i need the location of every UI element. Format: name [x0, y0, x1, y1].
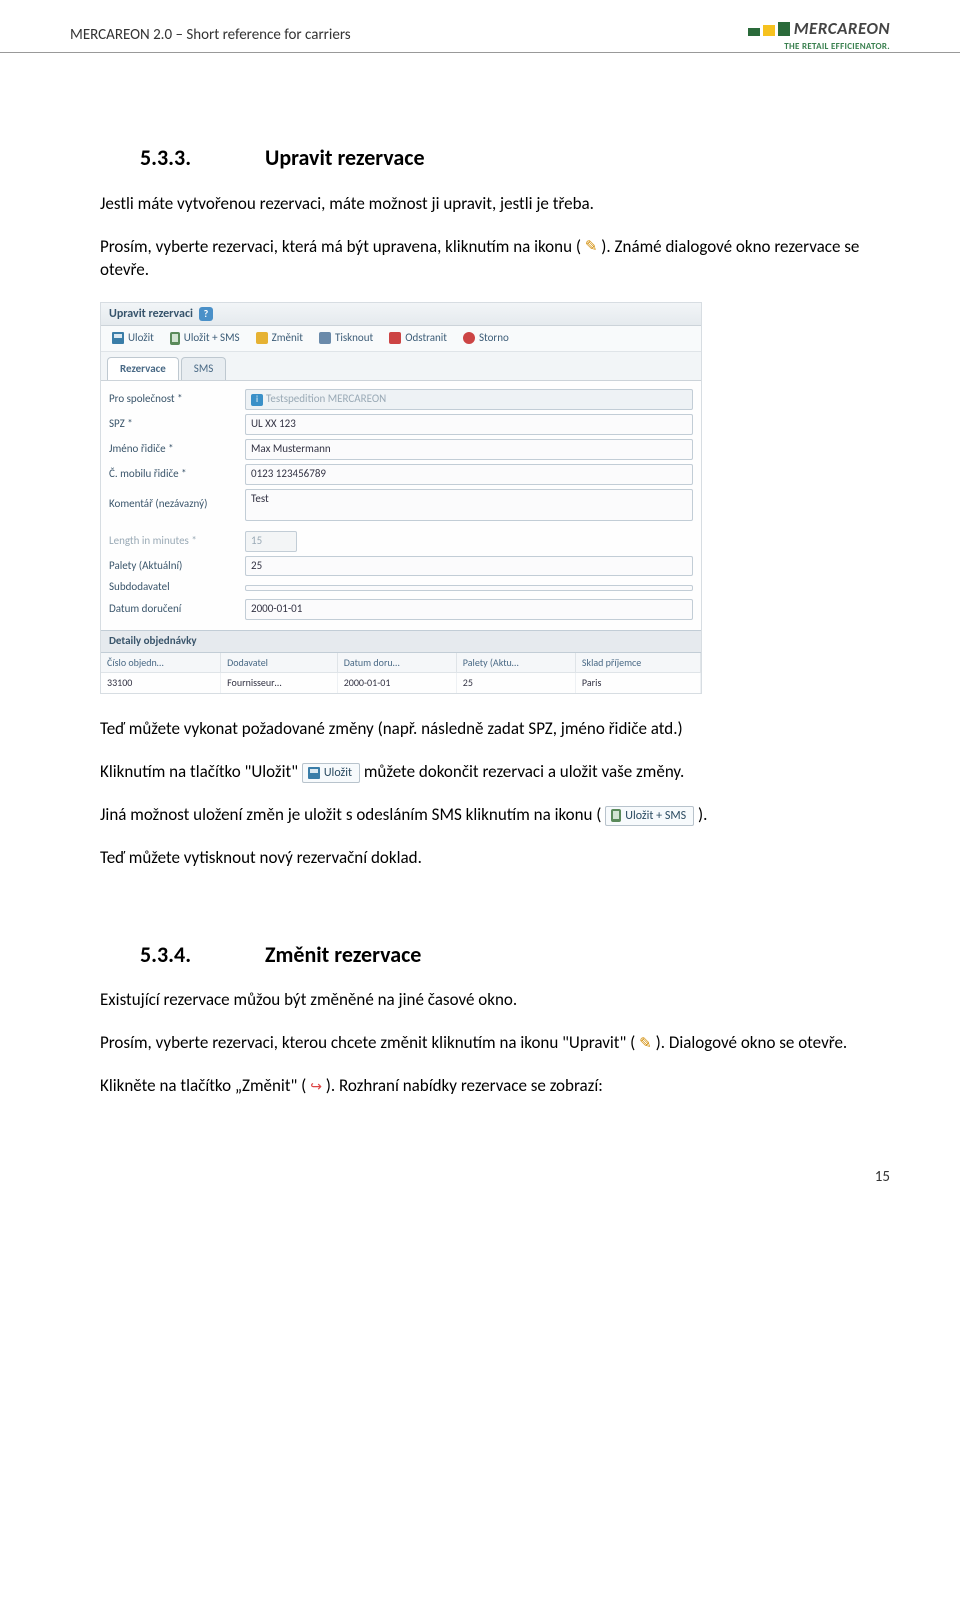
sec2-p1: Existující rezervace můžou být změněné n… [100, 989, 860, 1012]
driver-label: Jméno řidiče * [109, 442, 237, 457]
sec1-p3: Teď můžete vykonat požadované změny (nap… [100, 718, 860, 741]
comment-label: Komentář (nezávazný) [109, 497, 237, 512]
col-warehouse: Sklad příjemce [575, 653, 700, 673]
spz-label: SPZ * [109, 417, 237, 432]
order-details-table: Číslo objedn… Dodavatel Datum doru… Pale… [101, 653, 701, 693]
driver-field[interactable]: Max Mustermann [245, 439, 693, 460]
sub-field[interactable] [245, 585, 693, 591]
sec1-p1: Jestli máte vytvořenou rezervaci, máte m… [100, 193, 860, 216]
stop-icon [463, 332, 475, 344]
save-sms-button[interactable]: Uložit + SMS [167, 330, 243, 347]
comment-field[interactable]: Test [245, 489, 693, 521]
tabstrip: Rezervace SMS [101, 352, 701, 382]
date-field[interactable]: 2000-01-01 [245, 599, 693, 620]
logo-text: MERCAREON [794, 18, 890, 39]
spz-field[interactable]: UL XX 123 [245, 414, 693, 435]
order-details-header: Detaily objednávky [101, 630, 701, 653]
table-header-row: Číslo objedn… Dodavatel Datum doru… Pale… [101, 653, 701, 673]
print-button[interactable]: Tisknout [316, 330, 376, 347]
company-field[interactable]: iTestspedition MERCAREON [245, 389, 693, 410]
mobile-field[interactable]: 0123 123456789 [245, 464, 693, 485]
dialog-title-bar: Upravit rezervaci ? [101, 303, 701, 326]
col-delivery-date: Datum doru… [337, 653, 456, 673]
sec1-p6: Teď můžete vytisknout nový rezervační do… [100, 847, 860, 870]
delete-icon [389, 332, 401, 344]
save-sms-button-inline[interactable]: Uložit + SMS [605, 806, 694, 826]
pencil-icon: ✎ [639, 1034, 652, 1054]
pallets-label: Palety (Aktuální) [109, 559, 237, 574]
save-button-inline[interactable]: Uložit [302, 763, 360, 783]
cancel-button[interactable]: Storno [460, 330, 512, 347]
brand-logo: MERCAREON THE RETAIL EFFICIENATOR. [748, 18, 890, 52]
info-icon: i [251, 394, 263, 406]
col-pallets: Palety (Aktu… [456, 653, 575, 673]
logo-tagline: THE RETAIL EFFICIENATOR. [748, 41, 890, 52]
dialog-screenshot: Upravit rezervaci ? Uložit Uložit + SMS … [100, 302, 702, 694]
phone-icon [170, 332, 180, 345]
form-body: Pro společnost * iTestspedition MERCAREO… [101, 381, 701, 630]
sec2-p2: Prosím, vyberte rezervaci, kterou chcete… [100, 1032, 860, 1055]
length-label: Length in minutes * [109, 534, 237, 549]
print-icon [319, 332, 331, 344]
phone-icon [611, 809, 621, 822]
section-533-heading: 5.3.3. Upravit rezervace [140, 143, 860, 173]
table-row[interactable]: 33100 Fournisseur… 2000-01-01 25 Paris [101, 673, 701, 693]
sub-label: Subdodavatel [109, 580, 237, 595]
dialog-title: Upravit rezervaci [109, 306, 193, 322]
sec1-p5: Jiná možnost uložení změn je uložit s od… [100, 804, 860, 827]
page-header: MERCAREON 2.0 – Short reference for carr… [0, 0, 960, 53]
pencil-icon: ✎ [585, 237, 598, 257]
delete-button[interactable]: Odstranit [386, 330, 450, 347]
date-label: Datum doručení [109, 602, 237, 617]
help-icon[interactable]: ? [199, 307, 213, 321]
mobile-label: Č. mobilu řidiče * [109, 467, 237, 482]
disk-icon [308, 767, 320, 779]
disk-icon [112, 332, 124, 344]
length-field[interactable]: 15 [245, 531, 297, 552]
edit-icon [256, 332, 268, 344]
sec2-p3: Klikněte na tlačítko „Změnit" ( ↪ ). Roz… [100, 1075, 860, 1098]
page-number: 15 [0, 1158, 960, 1206]
col-supplier: Dodavatel [221, 653, 338, 673]
doc-title: MERCAREON 2.0 – Short reference for carr… [70, 18, 351, 44]
tab-sms[interactable]: SMS [181, 357, 227, 381]
logo-stripes-icon [748, 22, 790, 36]
section-534-heading: 5.3.4. Změnit rezervace [140, 940, 860, 970]
save-button[interactable]: Uložit [109, 330, 157, 347]
dialog-toolbar: Uložit Uložit + SMS Změnit Tisknout Odst… [101, 326, 701, 352]
edit-button[interactable]: Změnit [253, 330, 306, 347]
pallets-field[interactable]: 25 [245, 556, 693, 577]
sec1-p2: Prosím, vyberte rezervaci, která má být … [100, 236, 860, 282]
sec1-p4: Kliknutím na tlačítko "Uložit" Uložit mů… [100, 761, 860, 784]
page-content: 5.3.3. Upravit rezervace Jestli máte vyt… [0, 53, 960, 1158]
col-order-no: Číslo objedn… [101, 653, 221, 673]
tab-reservation[interactable]: Rezervace [107, 357, 179, 381]
company-label: Pro společnost * [109, 392, 237, 407]
arrow-icon: ↪ [310, 1078, 322, 1097]
